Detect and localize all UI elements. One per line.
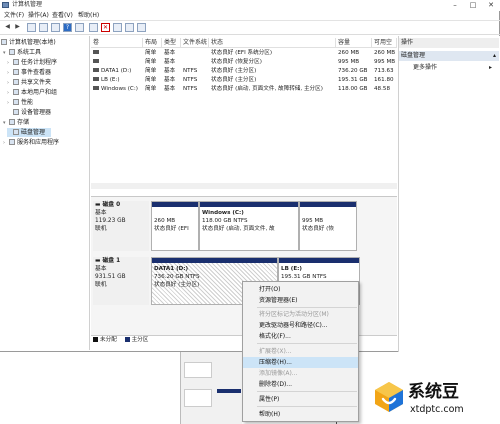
delete-icon[interactable]: ✕ [101,23,110,32]
disk-icon: ▬ [95,258,103,264]
menu-item-format[interactable]: 格式化(F)... [243,331,358,342]
users-icon [13,89,19,95]
console-tree: 计算机管理(本地) ▾ 系统工具 › 任务计划程序 › 事件查看器 › 共享文件夹 › 本… [0,36,90,350]
volume-icon [93,77,99,81]
actions-pane: 操作 磁盘管理 ▴ 更多操作 ▸ [398,36,500,352]
volume-icon [93,59,99,63]
event-viewer-icon [13,69,19,75]
column-layout[interactable]: 布局 [143,38,162,48]
rescan-icon[interactable] [89,23,98,32]
tree-item-shared-folders[interactable]: › 共享文件夹 [7,78,51,87]
partition-efi[interactable]: 260 MB 状态良好 (EFI [151,201,199,251]
tree-item-performance[interactable]: › 性能 [7,98,33,107]
format-icon[interactable] [137,23,146,32]
primary-partition-swatch [124,337,130,342]
menu-item-change-drive-letter[interactable]: 更改驱动器号和路径(C)... [243,320,358,331]
menu-item-delete-volume[interactable]: 删除卷(D)... [243,379,358,390]
task-scheduler-icon [13,59,19,65]
device-manager-icon [13,109,19,115]
collapse-icon: ▴ [492,52,496,59]
services-icon [9,139,15,145]
menu-item-shrink-volume[interactable]: 压缩卷(H)... [243,357,358,368]
volume-icon [93,86,99,90]
tree-item-storage[interactable]: ▾ 存储 [3,118,29,127]
menu-view[interactable]: 查看(V) [52,12,73,20]
menu-item-explorer[interactable]: 资源管理器(E) [243,295,358,306]
table-row[interactable]: Windows (C:) 简单 基本 NTFS 状态良好 (启动, 页面文件, … [91,85,397,94]
minimize-icon[interactable]: – [446,0,464,10]
tree-item-computer-management[interactable]: 计算机管理(本地) [1,38,56,47]
actions-title: 操作 [399,38,499,48]
show-hide-tree-icon[interactable] [39,23,48,32]
check-icon[interactable] [125,23,134,32]
menu-file[interactable]: 文件(F) [4,12,24,20]
maximize-icon[interactable]: □ [464,0,482,10]
menu-item-add-mirror[interactable]: 添加镜像(A)... [243,368,358,379]
tree-item-system-tools[interactable]: ▾ 系统工具 [3,48,41,57]
menu-action[interactable]: 操作(A) [28,12,49,20]
volume-list-header: 卷 布局 类型 文件系统 状态 容量 可用空 [91,38,397,48]
menu-item-mark-active[interactable]: 将分区标记为活动分区(M) [243,309,358,320]
up-one-level-icon[interactable] [27,23,36,32]
column-volume[interactable]: 卷 [91,38,143,48]
menu-item-open[interactable]: 打开(O) [243,284,358,295]
watermark-url: xtdptc.com [410,404,464,415]
menu-item-help[interactable]: 帮助(H) [243,409,358,420]
column-filesystem[interactable]: 文件系统 [181,38,209,48]
storage-icon [9,119,15,125]
partition-recovery[interactable]: 995 MB 状态良好 (恢 [299,201,357,251]
column-status[interactable]: 状态 [209,38,336,48]
context-menu: 打开(O) 资源管理器(E) 将分区标记为活动分区(M) 更改驱动器号和路径(C… [242,281,359,422]
volume-list: 卷 布局 类型 文件系统 状态 容量 可用空 简单 基本 状态良好 (EFI 系… [91,36,397,193]
disk-management-icon [13,129,19,135]
back-icon[interactable]: ◀ [3,23,12,32]
export-icon[interactable] [113,23,122,32]
toolbar: ◀ ▶ ? ✕ [0,21,500,35]
horizontal-scrollbar[interactable] [91,183,397,189]
chevron-right-icon: ▸ [489,64,493,71]
actions-section-disk-management[interactable]: 磁盘管理 ▴ [399,51,499,61]
tree-item-disk-management[interactable]: 磁盘管理 [7,128,51,137]
tree-item-task-scheduler[interactable]: › 任务计划程序 [7,58,57,67]
more-actions-link[interactable]: 更多操作 ▸ [413,63,492,72]
refresh-icon[interactable] [51,23,60,32]
properties-icon[interactable] [75,23,84,32]
tools-icon [9,49,15,55]
shared-folder-icon [13,79,19,85]
computer-management-icon [2,2,9,8]
watermark: 系统豆 xtdptc.com [372,378,498,422]
forward-icon[interactable]: ▶ [13,23,22,32]
computer-icon [1,39,7,45]
close-icon[interactable]: ✕ [482,0,500,10]
tree-item-device-manager[interactable]: 设备管理器 [13,108,51,117]
menu-bar: 文件(F) 操作(A) 查看(V) 帮助(H) [0,11,500,21]
brand-logo-icon [375,382,403,412]
title-bar: 计算机管理 – □ ✕ [0,0,500,11]
table-row[interactable]: DATA1 (D:) 简单 基本 NTFS 状态良好 (主分区) 736.20 … [91,67,397,76]
table-row[interactable]: 简单 基本 状态良好 (EFI 系统分区) 260 MB 260 MB [91,49,397,58]
performance-icon [13,99,19,105]
table-row[interactable]: 简单 基本 状态良好 (恢复分区) 995 MB 995 MB [91,58,397,67]
tree-item-event-viewer[interactable]: › 事件查看器 [7,68,51,77]
volume-icon [93,50,99,54]
disk-1-label[interactable]: ▬ 磁盘 1 基本 931.51 GB 联机 [93,257,149,305]
partition-windows-c[interactable]: Windows (C:) 118.00 GB NTFS 状态良好 (启动, 页面… [199,201,299,251]
column-free-space[interactable]: 可用空 [372,38,397,48]
table-row[interactable]: LB (E:) 简单 基本 NTFS 状态良好 (主分区) 195.31 GB … [91,76,397,85]
window-title: 计算机管理 [12,1,43,8]
volume-icon [93,68,99,72]
menu-item-extend-volume[interactable]: 扩展卷(X)... [243,346,358,357]
disk-icon: ▬ [95,202,103,208]
menu-help[interactable]: 帮助(H) [78,12,99,20]
background-window [180,352,242,424]
menu-item-properties[interactable]: 属性(P) [243,394,358,405]
unallocated-swatch [93,337,98,342]
watermark-brand: 系统豆 [408,382,459,402]
column-type[interactable]: 类型 [162,38,181,48]
tree-item-local-users[interactable]: › 本地用户和组 [7,88,57,97]
help-icon[interactable]: ? [63,23,72,32]
column-capacity[interactable]: 容量 [336,38,372,48]
tree-item-services[interactable]: › 服务和应用程序 [3,138,59,147]
disk-0-label[interactable]: ▬ 磁盘 0 基本 119.23 GB 联机 [93,201,149,251]
